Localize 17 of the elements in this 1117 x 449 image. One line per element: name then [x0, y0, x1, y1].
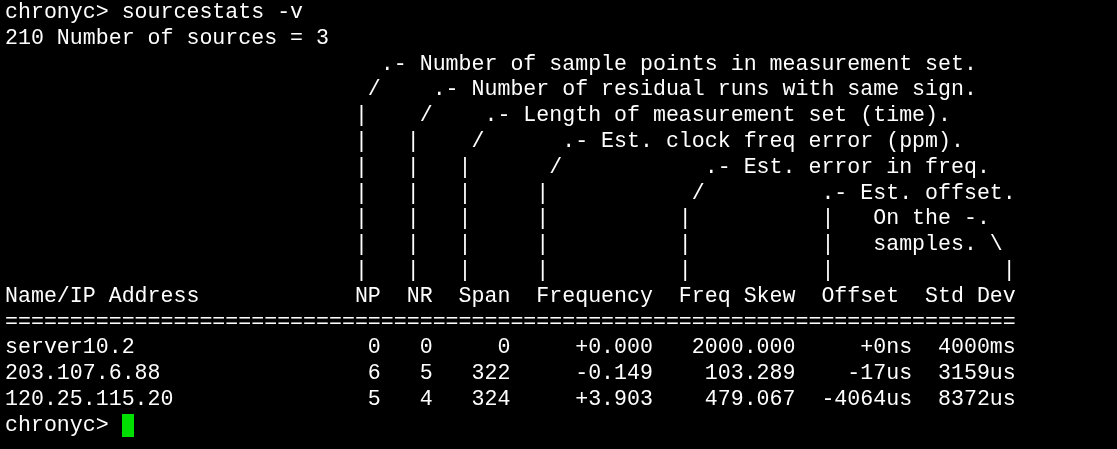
legend-line: | | / .- Est. clock freq error (ppm).: [353, 129, 964, 155]
legend-line: | | | | | | On the -.: [353, 206, 990, 233]
table-row: 120.25.115.20 5 4 324 +3.903 479.067 -4064us 8372us: [5, 386, 1016, 413]
table-row: 203.107.6.88 6 5 322 -0.149 103.289 -17us 3159us: [5, 361, 1016, 387]
column-header: Name/IP Address NP NR Span Frequency Freq Skew Offset Std Dev: [5, 283, 1016, 310]
legend-line: .- Number of sample points in measurement set.: [379, 51, 977, 78]
legend-line: | | | / .- Est. error in freq.: [353, 154, 990, 181]
table-row: server10.2 0 0 0 +0.000 2000.000 +0ns 4000ms: [5, 335, 1016, 362]
command-line: chronyc> sourcestats -v: [5, 0, 304, 26]
separator-line: ==============================================================================: [5, 309, 1016, 336]
legend-line: | | | | | | |: [353, 257, 1016, 284]
legend-line: | | | | | | samples. \: [353, 232, 1003, 258]
prompt: chronyc>: [5, 412, 109, 439]
legend-line: | / .- Length of measurement set (time).: [353, 103, 951, 129]
legend-line: | | | | / .- Est. offset.: [353, 180, 1016, 207]
legend-line: / .- Number of residual runs with same sign.: [366, 77, 977, 104]
output-line: 210 Number of sources = 3: [5, 25, 329, 52]
